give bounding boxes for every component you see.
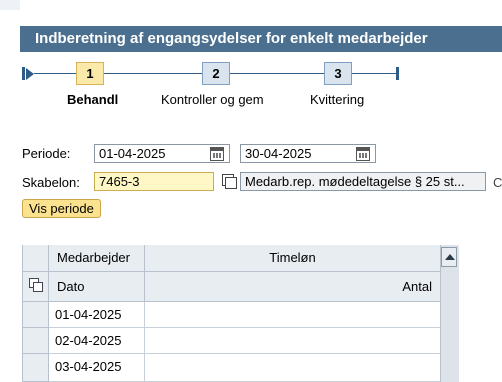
row-selector[interactable]	[23, 302, 49, 328]
top-band-inner	[20, 0, 502, 10]
column-header-medarbejder[interactable]: Medarbejder	[49, 245, 145, 272]
skabelon-value: 7465-3	[99, 174, 140, 189]
roadmap-connector	[34, 73, 76, 74]
table-corner-cell	[23, 245, 49, 272]
row-selector[interactable]	[23, 328, 49, 354]
column-header-antal[interactable]: Antal	[145, 272, 441, 302]
column-header-timeloen[interactable]: Timeløn	[145, 245, 441, 272]
periode-to-value: 30-04-2025	[245, 146, 312, 161]
table-cell-antal[interactable]	[145, 354, 441, 382]
roadmap-end-bar	[396, 67, 399, 80]
select-all-icon[interactable]	[29, 278, 43, 292]
roadmap-step-2[interactable]: 2	[202, 62, 230, 85]
skabelon-input[interactable]: 7465-3	[94, 172, 214, 191]
roadmap-step-2-label: Kontroller og gem	[161, 92, 264, 107]
table-cell-antal[interactable]	[145, 302, 441, 328]
column-header-dato[interactable]: Dato	[49, 272, 145, 302]
calendar-icon[interactable]	[210, 147, 224, 161]
page-title: Indberetning af engangsydelser for enkel…	[20, 26, 502, 52]
periode-from-value: 01-04-2025	[99, 146, 166, 161]
roadmap-step-1-label: Behandl	[67, 92, 119, 107]
truncated-text: C	[493, 175, 502, 190]
table-cell-dato: 01-04-2025	[49, 302, 145, 328]
roadmap-start-arrow-icon	[26, 68, 34, 80]
skabelon-description: Medarb.rep. mødedeltagelse § 25 st...	[240, 172, 486, 191]
table-cell-dato: 02-04-2025	[49, 328, 145, 354]
roadmap-connector	[352, 73, 396, 74]
calendar-icon[interactable]	[356, 147, 370, 161]
skabelon-description-text: Medarb.rep. mødedeltagelse § 25 st...	[245, 174, 465, 189]
data-table: Medarbejder Timeløn Dato Antal 01-04-202…	[22, 245, 461, 382]
vis-periode-button[interactable]: Vis periode	[22, 199, 101, 218]
roadmap-start-bar	[22, 67, 25, 80]
roadmap-step-3[interactable]: 3	[324, 62, 352, 85]
table-cell-dato: 03-04-2025	[49, 354, 145, 382]
roadmap-step-1[interactable]: 1	[76, 62, 104, 85]
copy-icon[interactable]	[222, 174, 237, 189]
periode-label: Periode:	[22, 146, 71, 161]
roadmap-step-3-label: Kvittering	[310, 92, 365, 107]
roadmap-connector	[104, 73, 202, 74]
scroll-up-icon[interactable]	[441, 247, 457, 267]
top-band	[0, 0, 502, 10]
roadmap-connector	[230, 73, 324, 74]
row-selector[interactable]	[23, 354, 49, 382]
skabelon-label: Skabelon:	[22, 175, 80, 190]
table-cell-antal[interactable]	[145, 328, 441, 354]
